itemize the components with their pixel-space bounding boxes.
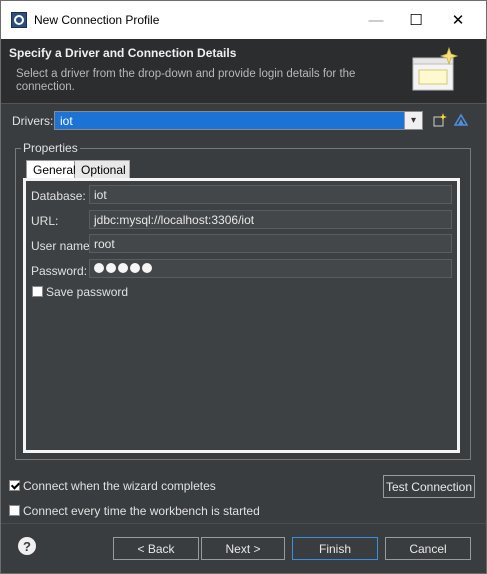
drivers-selected-value: iot [60, 114, 73, 128]
test-connection-button[interactable]: Test Connection [383, 475, 475, 498]
next-button[interactable]: Next > [201, 537, 285, 560]
properties-group-label: Properties [21, 141, 80, 155]
maximize-button[interactable]: ☐ [396, 5, 436, 35]
tab-general[interactable]: General [26, 160, 76, 180]
new-connection-profile-dialog: New Connection Profile — ☐ ✕ Specify a D… [0, 0, 487, 574]
maximize-icon: ☐ [409, 12, 423, 29]
tab-optional[interactable]: Optional [75, 160, 130, 179]
finish-button[interactable]: Finish [292, 537, 378, 560]
url-value: jdbc:mysql://localhost:3306/iot [94, 213, 255, 227]
help-icon[interactable]: ? [18, 537, 36, 555]
connect-on-startup-checkbox[interactable] [9, 505, 20, 516]
connect-on-startup-label[interactable]: Connect every time the workbench is star… [23, 504, 260, 518]
new-driver-icon [433, 113, 447, 127]
connect-on-finish-label[interactable]: Connect when the wizard completes [23, 479, 216, 493]
close-icon: ✕ [451, 12, 465, 29]
drivers-dropdown[interactable]: iot ▾ [54, 111, 423, 130]
save-password-checkbox[interactable] [32, 286, 43, 297]
title-bar: New Connection Profile — ☐ ✕ [1, 1, 486, 39]
password-mask-dot [118, 263, 128, 273]
database-field[interactable]: iot [89, 185, 452, 204]
password-mask-dot [142, 263, 152, 273]
password-mask-dot [94, 263, 104, 273]
wizard-header: Specify a Driver and Connection Details … [1, 39, 486, 104]
wizard-page-description: Select a driver from the drop-down and p… [16, 68, 356, 93]
username-field[interactable]: root [89, 234, 452, 253]
cancel-button[interactable]: Cancel [385, 537, 471, 560]
password-mask-dot [106, 263, 116, 273]
drivers-label: Drivers: [12, 114, 54, 128]
url-field[interactable]: jdbc:mysql://localhost:3306/iot [89, 210, 452, 229]
password-label: Password: [31, 264, 88, 278]
minimize-icon: — [368, 11, 384, 29]
connect-on-finish-checkbox[interactable] [9, 480, 20, 491]
password-field[interactable] [89, 259, 452, 278]
edit-driver-button[interactable] [453, 111, 469, 129]
chevron-down-icon[interactable]: ▾ [404, 112, 422, 129]
username-label: User name: [31, 239, 94, 253]
back-button[interactable]: < Back [113, 537, 199, 560]
close-button[interactable]: ✕ [438, 5, 478, 35]
new-driver-button[interactable] [432, 111, 448, 129]
database-label: Database: [31, 189, 86, 203]
edit-driver-icon [454, 113, 468, 126]
password-mask-dot [130, 263, 140, 273]
app-icon [11, 12, 27, 28]
minimize-button[interactable]: — [356, 5, 396, 35]
password-mask [94, 263, 152, 273]
window-title: New Connection Profile [34, 13, 160, 27]
username-value: root [94, 237, 115, 251]
footer-divider [1, 523, 486, 524]
banner-icon [412, 46, 459, 91]
wizard-page-title: Specify a Driver and Connection Details [9, 46, 237, 60]
url-label: URL: [31, 214, 59, 228]
save-password-label[interactable]: Save password [46, 285, 128, 299]
database-value: iot [94, 188, 107, 202]
